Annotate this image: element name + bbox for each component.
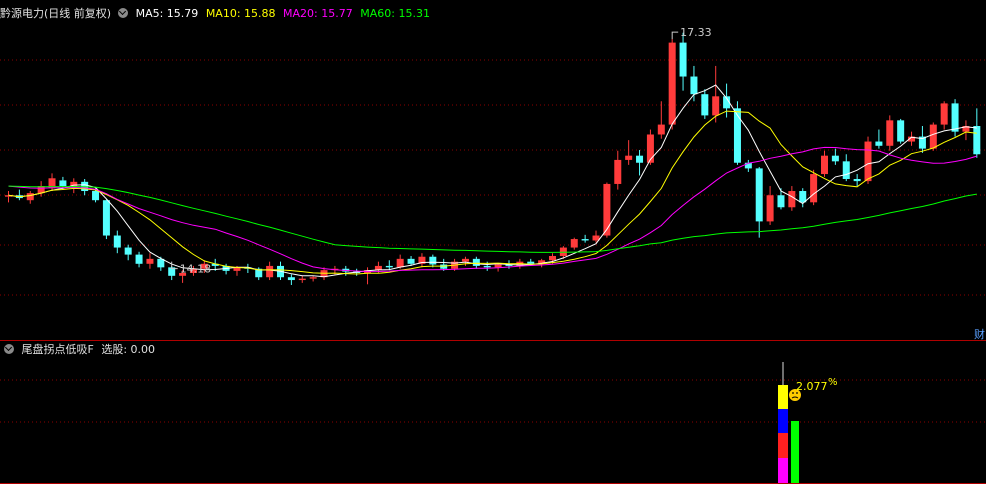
candle-body [690,76,698,95]
candle-body [614,159,622,184]
candle-body [701,94,709,116]
candle-body [92,191,100,201]
candle-body [799,191,807,203]
candle-body [875,141,883,146]
candle-body [309,277,317,279]
candle-body [679,42,687,77]
candle-body [59,180,67,187]
candle-body [810,174,818,203]
candle-body [298,278,306,281]
indicator-bar-red [778,433,788,458]
candle-body [483,265,491,268]
annotation-pointer [671,31,679,40]
candle-body [581,239,589,241]
candle-body [973,126,981,155]
candle-body [929,124,937,149]
candle-body [113,235,121,248]
ma10-line [8,110,977,275]
candle-body [407,258,415,264]
indicator-bar-green [791,421,799,483]
candle-body [287,277,295,281]
candle-body [831,155,839,162]
candle-body [951,103,959,132]
candle-body [821,155,828,175]
indicator-bar-blue [778,409,788,433]
price-annotation: 14.18 [180,263,212,276]
candle-body [146,258,154,264]
candle-body [549,256,556,261]
smiley-eye [792,392,794,394]
ma60-line [8,185,977,253]
candle-body [733,108,741,163]
candle-body [527,261,535,264]
indicator-unit-label: % [828,377,838,388]
candle-body [766,195,774,222]
candle-body [864,141,872,182]
candle-body [26,193,34,201]
candle-body [603,183,611,236]
chart-canvas: 17.33 14.18 2.077% [0,26,986,484]
price-annotation: 17.33 [680,26,712,39]
candle-body [124,247,132,255]
candle-body [668,42,676,125]
candle-body [440,264,448,269]
candle-body [712,96,720,116]
candle-body [755,168,763,222]
candle-body [842,161,850,179]
candle-body [636,155,644,163]
candle-body [788,191,796,208]
candle-body [135,254,143,264]
chart-window: { "main_header": { "stock_name": "黔源电力",… [0,0,986,484]
candle-body [266,265,274,278]
candle-body [657,124,665,135]
candle-body [396,258,404,268]
candle-body [570,239,578,248]
candle-body [897,120,905,142]
candle-body [886,120,894,146]
candle-body [461,258,469,262]
candle-body [385,265,393,268]
candle-body [494,264,502,268]
candle-body [625,155,633,160]
candle-body [777,195,785,208]
candle-body [472,258,480,266]
candle-body [853,179,861,182]
indicator-bar-magenta [778,458,788,483]
indicator-value-label: 2.077 [796,380,828,393]
ma20-line [8,146,977,273]
candle-body [646,134,654,163]
ma5-line [8,84,977,278]
candle-body [940,103,948,125]
indicator-bar-yellow [778,385,788,409]
candle-body [429,256,437,265]
candle-body [102,200,110,236]
